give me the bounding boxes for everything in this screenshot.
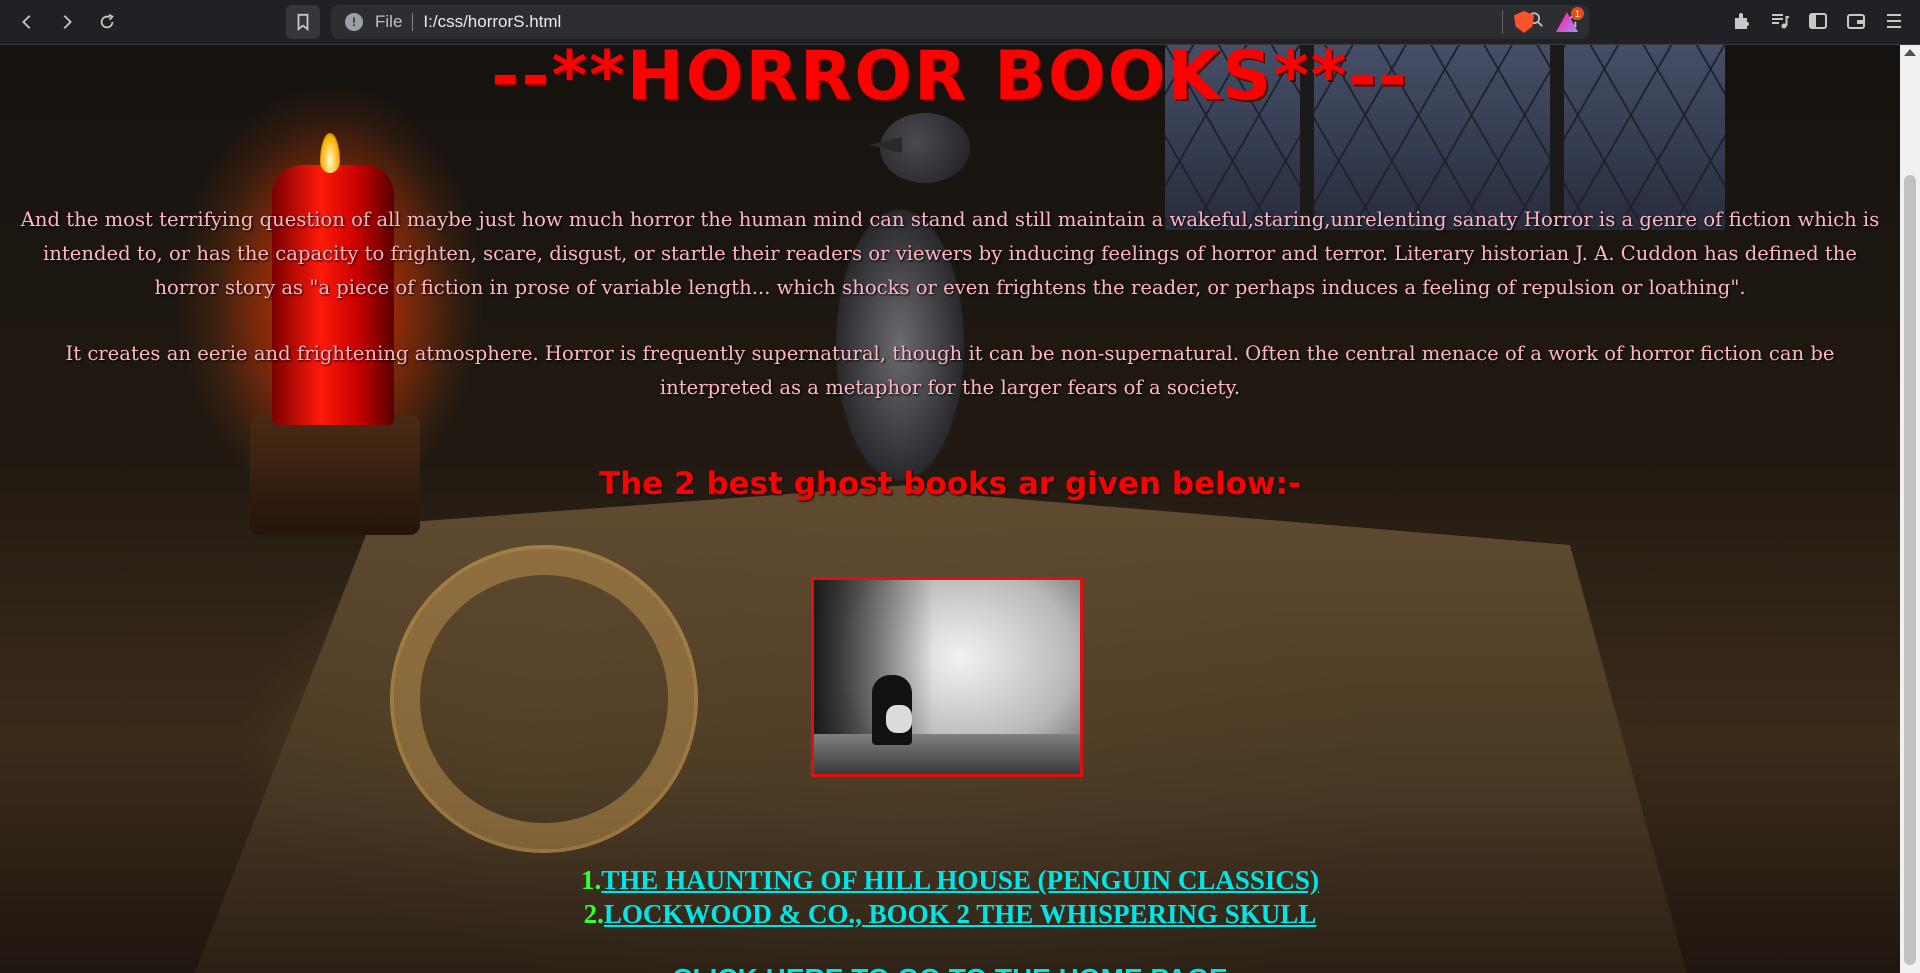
section-heading: The 2 best ghost books ar given below:- [599, 466, 1301, 502]
info-icon[interactable]: ! [345, 13, 363, 31]
dotted-decoration: ...................................... [339, 963, 673, 973]
book-cover-image [811, 577, 1083, 777]
list-number: 2. [583, 899, 604, 929]
list-item: 2.LOCKWOOD & CO., BOOK 2 THE WHISPERING … [0, 897, 1900, 931]
bookmark-icon[interactable] [286, 5, 320, 39]
ghost-figure [886, 705, 912, 733]
home-page-link[interactable]: CLICK HERE TO GO TO THE HOME PAGE [672, 963, 1227, 973]
intro-paragraph: And the most terrifying question of all … [20, 208, 1880, 299]
home-link-row: ......................................CL… [0, 962, 1900, 973]
extensions-icon[interactable] [1732, 11, 1752, 35]
list-item: 1.THE HAUNTING OF HILL HOUSE (PENGUIN CL… [0, 863, 1900, 897]
book-list: 1.THE HAUNTING OF HILL HOUSE (PENGUIN CL… [0, 863, 1900, 931]
book-link-whispering-skull[interactable]: LOCKWOOD & CO., BOOK 2 THE WHISPERING SK… [604, 899, 1316, 929]
address-bar[interactable]: ! File I:/css/horrorS.html [331, 5, 1589, 39]
dotted-decoration: ...................................... [1228, 963, 1562, 973]
book-link-haunting-of-hill-house[interactable]: THE HAUNTING OF HILL HOUSE (PENGUIN CLAS… [601, 865, 1319, 895]
brave-rewards-icon[interactable]: 1 [1556, 7, 1584, 32]
wallet-icon[interactable] [1846, 11, 1866, 35]
forward-icon[interactable] [50, 5, 84, 39]
page-content: --**HORROR BOOKS**-- And the most terrif… [0, 45, 1900, 973]
divider [1502, 10, 1503, 34]
description-paragraph: It creates an eerie and frightening atmo… [65, 342, 1835, 399]
cover-floor [814, 734, 1080, 774]
browser-toolbar: ! File I:/css/horrorS.html 1 [0, 0, 1920, 45]
sidebar-icon[interactable] [1808, 11, 1828, 35]
scrollbar-thumb[interactable] [1904, 175, 1916, 965]
page-viewport: --**HORROR BOOKS**-- And the most terrif… [0, 45, 1900, 973]
divider [412, 13, 414, 31]
brave-shield-icon[interactable] [1514, 11, 1534, 33]
scroll-up-arrow-icon[interactable] [1904, 49, 1916, 56]
vertical-scrollbar[interactable] [1900, 45, 1920, 973]
media-icon[interactable] [1770, 11, 1790, 35]
url-scheme: File [375, 12, 403, 31]
url-text[interactable]: I:/css/horrorS.html [423, 12, 561, 32]
rewards-badge: 1 [1571, 7, 1584, 20]
menu-icon[interactable] [1884, 11, 1904, 35]
reload-icon[interactable] [90, 5, 124, 39]
page-title: --**HORROR BOOKS**-- [491, 45, 1409, 116]
list-number: 1. [581, 865, 602, 895]
back-icon[interactable] [10, 5, 44, 39]
